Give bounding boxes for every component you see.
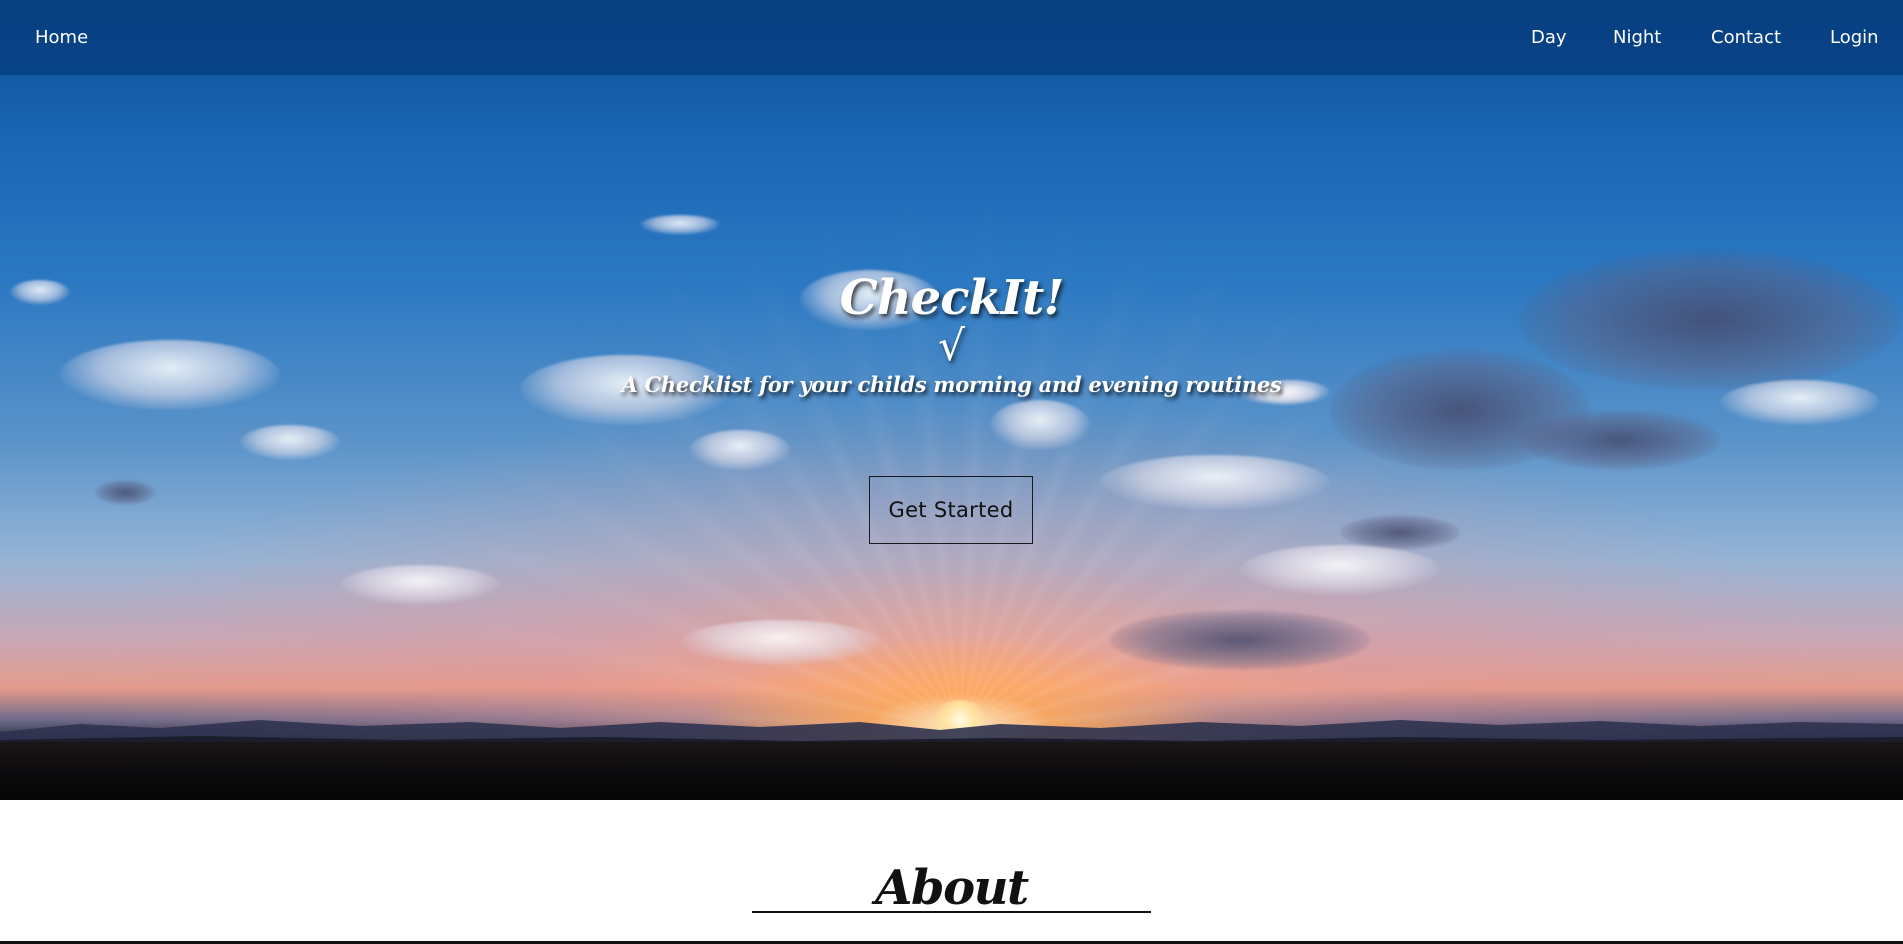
about-section: About — [0, 800, 1903, 944]
checkmark-icon: √ — [938, 321, 965, 370]
cloud — [690, 430, 790, 470]
hero-subtitle: A Checklist for your childs morning and … — [621, 372, 1282, 397]
about-heading: About — [875, 860, 1029, 916]
nav-day-link[interactable]: Day — [1531, 0, 1567, 75]
hero-banner — [0, 0, 1903, 800]
cloud — [1100, 455, 1330, 510]
navbar: Home Day Night Contact Login — [0, 0, 1903, 75]
nav-night-link[interactable]: Night — [1613, 0, 1661, 75]
nav-login-link[interactable]: Login — [1830, 0, 1879, 75]
cloud — [95, 480, 155, 505]
get-started-button[interactable]: Get Started — [869, 476, 1033, 544]
about-heading-underline — [752, 911, 1151, 913]
cloud — [340, 565, 500, 605]
cloud — [240, 425, 340, 460]
ground — [0, 742, 1903, 800]
cloud — [1520, 410, 1720, 470]
cloud — [990, 400, 1090, 450]
cloud — [1110, 610, 1370, 670]
cloud — [680, 620, 880, 665]
nav-home-link[interactable]: Home — [35, 0, 88, 75]
sun-rays — [0, 0, 1903, 800]
nav-contact-link[interactable]: Contact — [1711, 0, 1781, 75]
hero-title: CheckIt! — [839, 270, 1065, 326]
cloud — [1240, 545, 1440, 595]
cloud — [640, 215, 720, 235]
